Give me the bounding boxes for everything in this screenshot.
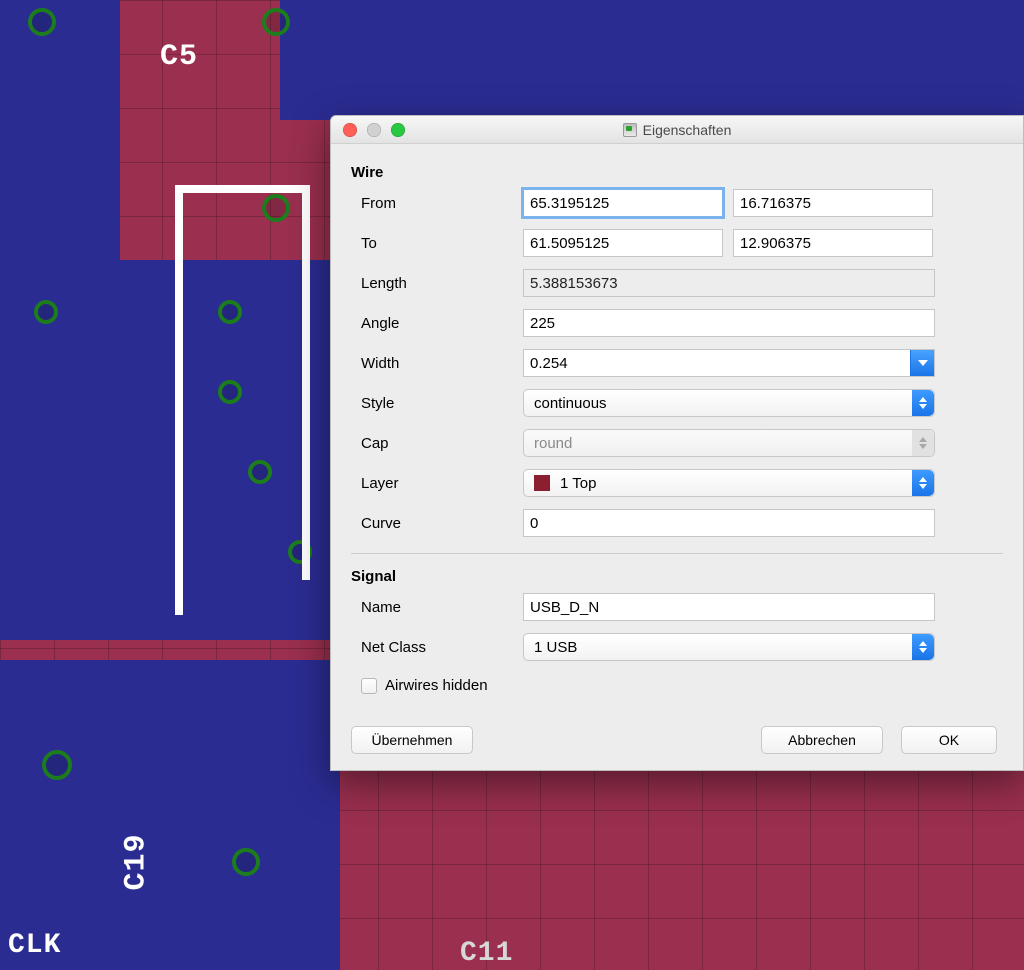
close-icon[interactable] — [343, 123, 357, 137]
to-x-input[interactable] — [523, 229, 723, 257]
label-style: Style — [351, 395, 523, 412]
length-field — [523, 269, 935, 297]
minimize-icon[interactable] — [367, 123, 381, 137]
copper-plane — [0, 0, 120, 260]
updown-icon — [912, 430, 934, 456]
label-from: From — [351, 195, 523, 212]
copper-plane — [0, 660, 340, 970]
copper-plane — [280, 0, 1024, 120]
via — [34, 300, 58, 324]
via — [218, 300, 242, 324]
window-title-text: Eigenschaften — [643, 122, 732, 138]
apply-button[interactable]: Übernehmen — [351, 726, 473, 754]
from-x-input[interactable] — [523, 189, 723, 217]
from-y-input[interactable] — [733, 189, 933, 217]
label-width: Width — [351, 355, 523, 372]
section-wire-title: Wire — [351, 158, 1023, 183]
width-combo[interactable]: 0.254 — [523, 349, 935, 377]
section-signal-title: Signal — [351, 562, 1023, 587]
layer-value: 1 Top — [560, 475, 596, 492]
apply-button-label: Übernehmen — [372, 732, 453, 748]
section-divider — [351, 553, 1003, 554]
label-name: Name — [351, 599, 523, 616]
label-layer: Layer — [351, 475, 523, 492]
silk-text: C11 — [460, 938, 513, 969]
silk-outline — [175, 185, 183, 615]
airwires-hidden-label: Airwires hidden — [385, 677, 488, 694]
label-angle: Angle — [351, 315, 523, 332]
label-length: Length — [351, 275, 523, 292]
titlebar[interactable]: Eigenschaften — [331, 116, 1023, 144]
via — [262, 8, 290, 36]
layer-color-swatch — [534, 475, 550, 491]
via — [262, 194, 290, 222]
via — [232, 848, 260, 876]
ok-button-label: OK — [939, 732, 959, 748]
window-controls — [331, 123, 405, 137]
updown-icon[interactable] — [912, 634, 934, 660]
silk-text: C19 — [120, 833, 154, 890]
style-popup[interactable]: continuous — [523, 389, 935, 417]
silk-text: C5 — [160, 40, 198, 74]
updown-icon[interactable] — [912, 470, 934, 496]
silk-text: CLK — [8, 930, 61, 961]
signal-name-input[interactable] — [523, 593, 935, 621]
window-title: Eigenschaften — [331, 122, 1023, 138]
to-y-input[interactable] — [733, 229, 933, 257]
ok-button[interactable]: OK — [901, 726, 997, 754]
label-to: To — [351, 235, 523, 252]
curve-input[interactable] — [523, 509, 935, 537]
label-curve: Curve — [351, 515, 523, 532]
via — [42, 750, 72, 780]
chevron-down-icon[interactable] — [910, 350, 934, 376]
label-cap: Cap — [351, 435, 523, 452]
cap-popup: round — [523, 429, 935, 457]
angle-input[interactable] — [523, 309, 935, 337]
zoom-icon[interactable] — [391, 123, 405, 137]
updown-icon[interactable] — [912, 390, 934, 416]
cap-value: round — [534, 435, 572, 452]
cancel-button-label: Abbrechen — [788, 732, 856, 748]
via — [248, 460, 272, 484]
via — [28, 8, 56, 36]
label-netclass: Net Class — [351, 639, 523, 656]
style-value: continuous — [534, 395, 607, 412]
silk-outline — [302, 185, 310, 580]
via — [218, 380, 242, 404]
silk-outline — [175, 185, 310, 193]
netclass-popup[interactable]: 1 USB — [523, 633, 935, 661]
width-value: 0.254 — [530, 355, 568, 372]
cancel-button[interactable]: Abbrechen — [761, 726, 883, 754]
layer-popup[interactable]: 1 Top — [523, 469, 935, 497]
properties-dialog: Eigenschaften Wire From To Length — [330, 115, 1024, 771]
airwires-hidden-checkbox[interactable] — [361, 678, 377, 694]
properties-icon — [623, 123, 637, 137]
netclass-value: 1 USB — [534, 639, 577, 656]
